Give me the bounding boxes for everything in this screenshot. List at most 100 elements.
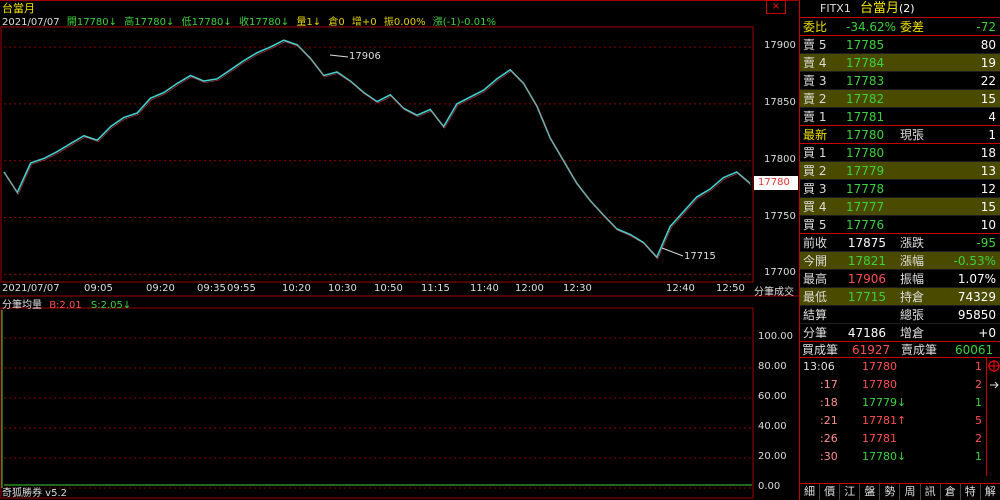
close-button[interactable]: × xyxy=(766,0,786,14)
ohlc-open-interest: 倉0 xyxy=(328,17,345,28)
tick-list[interactable]: 13:06 17780 1:17 17780 2:18 17779↓ 1:21 17781↑ 5… xyxy=(800,358,1000,476)
time-tick-label: 09:35 xyxy=(197,283,226,294)
stat-label-2: 漲幅 xyxy=(900,254,925,268)
ask-row[interactable]: 賣 5 17785 80 xyxy=(800,36,1000,54)
time-tick-label: 12:40 xyxy=(666,283,695,294)
stat-label-2: 振幅 xyxy=(900,272,925,286)
stat-row[interactable]: 今開 17821 漲幅 -0.53% xyxy=(800,252,1000,270)
scroll-arrow-icon[interactable] xyxy=(987,378,1000,392)
bid-price: 17778 xyxy=(846,182,885,196)
tick-scrollbar[interactable] xyxy=(986,358,1000,476)
ask-label: 賣 2 xyxy=(803,92,827,106)
buy-trades-value: 61927 xyxy=(852,343,891,357)
tick-time: :18 xyxy=(820,396,838,409)
intraday-chart[interactable] xyxy=(0,0,798,500)
time-tick-label: 11:40 xyxy=(470,283,499,294)
stat-row[interactable]: 結算 總張 95850 xyxy=(800,306,1000,324)
stat-label-2: 漲跌 xyxy=(900,236,925,250)
ohlc-low: 低17780↓ xyxy=(181,17,232,28)
panel-tab[interactable]: 倉 xyxy=(941,484,961,500)
tick-row: :30 17780↓ 1 xyxy=(800,448,1000,466)
tick-price: 17781 xyxy=(862,432,897,445)
ask-qty: 22 xyxy=(980,74,996,88)
volume-title: 分筆均量 xyxy=(2,300,42,311)
stat-row[interactable]: 最高 17906 振幅 1.07% xyxy=(800,270,1000,288)
ask-row[interactable]: 賣 4 17784 19 xyxy=(800,54,1000,72)
bid-row[interactable]: 買 5 17776 10 xyxy=(800,216,1000,234)
stat-value: 47186 xyxy=(847,326,886,340)
sell-trades-label: 賣成筆 xyxy=(901,343,938,357)
bid-label: 買 5 xyxy=(803,218,827,232)
tick-qty: 5 xyxy=(975,414,982,427)
tick-qty: 1 xyxy=(975,360,982,373)
bid-row[interactable]: 買 4 17777 15 xyxy=(800,198,1000,216)
tick-price: 17780↓ xyxy=(862,450,907,463)
panel-tab[interactable]: 勢 xyxy=(880,484,901,500)
stat-row[interactable]: 最低 17715 持倉 74329 xyxy=(800,288,1000,306)
time-tick-label: 12:50 xyxy=(716,283,745,294)
bid-row[interactable]: 買 3 17778 12 xyxy=(800,180,1000,198)
time-tick-label: 12:00 xyxy=(515,283,544,294)
bid-qty: 15 xyxy=(980,200,996,214)
bid-qty: 18 xyxy=(980,146,996,160)
volume-tick-label: 80.00 xyxy=(758,361,787,372)
last-qty: 1 xyxy=(988,128,996,142)
time-tick-label: 09:05 xyxy=(84,283,113,294)
panel-tab[interactable]: 細 xyxy=(800,484,821,500)
stat-value: 17875 xyxy=(847,236,886,250)
quote-symbol: FITX1 xyxy=(820,2,851,15)
quote-header: FITX1 台當月(2) xyxy=(800,0,1000,18)
tick-time: :21 xyxy=(820,414,838,427)
ratio-label: 委比 xyxy=(803,20,828,34)
panel-tab[interactable]: 特 xyxy=(961,484,981,500)
quote-name-suffix: (2) xyxy=(899,2,915,15)
stat-label: 最低 xyxy=(803,290,828,304)
tick-qty: 1 xyxy=(975,450,982,463)
time-tick-label: 11:15 xyxy=(421,283,450,294)
last-label: 最新 xyxy=(803,128,828,142)
stat-value-2: -95 xyxy=(976,236,996,250)
stat-value: 17715 xyxy=(847,290,886,304)
ohlc-change-interest: 增+0 xyxy=(351,17,377,28)
panel-tab[interactable]: 訊 xyxy=(921,484,941,500)
tick-row: 13:06 17780 1 xyxy=(800,358,1000,376)
current-price-tag: 17780 xyxy=(754,176,798,190)
volume-plot-frame xyxy=(0,307,754,499)
volume-tick-label: 100.00 xyxy=(758,331,793,342)
last-qty-label: 現張 xyxy=(900,128,925,142)
low-label: 17715 xyxy=(684,251,716,262)
stat-label-2: 持倉 xyxy=(900,290,925,304)
bid-row[interactable]: 買 1 17780 18 xyxy=(800,144,1000,162)
panel-tab[interactable]: 盤 xyxy=(860,484,881,500)
stat-value-2: -0.53% xyxy=(953,254,996,268)
panel-tab[interactable]: 江 xyxy=(840,484,861,500)
crosshair-icon[interactable] xyxy=(987,359,1000,373)
panel-tab[interactable]: 周 xyxy=(900,484,921,500)
stat-row[interactable]: 分筆 47186 增倉 +0 xyxy=(800,324,1000,342)
bid-label: 買 2 xyxy=(803,164,827,178)
stat-value-2: 74329 xyxy=(957,290,996,304)
stat-row[interactable]: 前收 17875 漲跌 -95 xyxy=(800,234,1000,252)
ask-label: 賣 1 xyxy=(803,110,827,124)
stats-table: 前收 17875 漲跌 -95 今開 17821 漲幅 -0.53% 最高 17906 振幅 1.07… xyxy=(800,234,1000,342)
ohlc-amplitude: 振0.00% xyxy=(383,17,426,28)
stat-label: 分筆 xyxy=(803,326,828,340)
high-pointer xyxy=(329,54,349,58)
price-tick-label: 17900 xyxy=(764,40,796,52)
buy-trades-label: 買成筆 xyxy=(802,343,839,357)
panel-tab[interactable]: 解 xyxy=(981,484,1000,500)
ohlc-open: 開17780↓ xyxy=(66,17,118,28)
panel-tab[interactable]: 價 xyxy=(820,484,841,500)
stat-value-2: +0 xyxy=(978,326,996,340)
time-tick-label: 10:50 xyxy=(374,283,403,294)
bid-row[interactable]: 買 2 17779 13 xyxy=(800,162,1000,180)
ask-row[interactable]: 賣 3 17783 22 xyxy=(800,72,1000,90)
time-tick-label: 10:30 xyxy=(328,283,357,294)
last-price: 17780 xyxy=(846,128,885,142)
tick-price: 17780 xyxy=(862,378,897,391)
ask-row[interactable]: 賣 1 17781 4 xyxy=(800,108,1000,126)
ask-row[interactable]: 賣 2 17782 15 xyxy=(800,90,1000,108)
stat-label-2: 增倉 xyxy=(900,326,925,340)
stat-value-2: 1.07% xyxy=(957,272,996,286)
tick-qty: 1 xyxy=(975,396,982,409)
